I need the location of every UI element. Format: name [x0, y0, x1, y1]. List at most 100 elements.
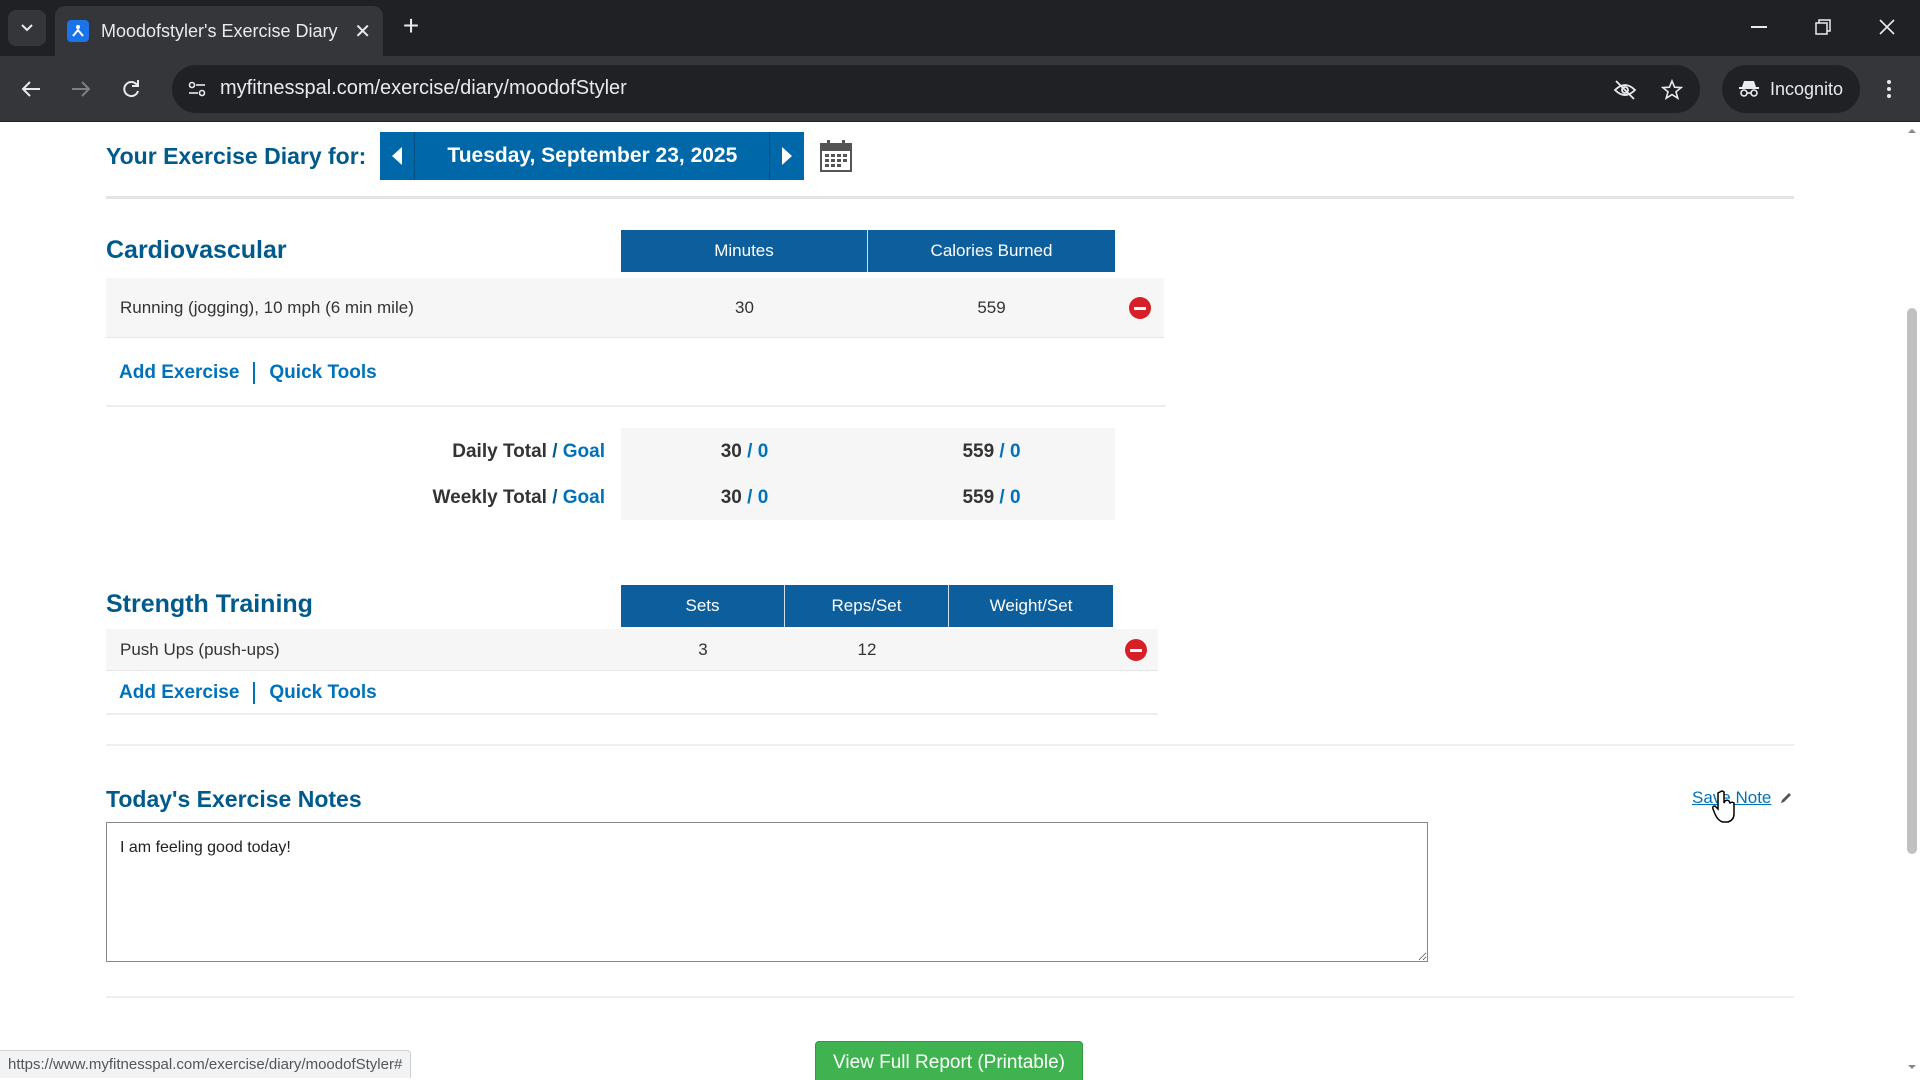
cardio-column-headers: Minutes Calories Burned	[621, 230, 1115, 272]
scrollbar-thumb[interactable]	[1907, 308, 1917, 854]
weekly-minutes-goal: 0	[757, 487, 769, 508]
exercise-reps: 12	[857, 640, 877, 659]
exercise-calories: 559	[977, 298, 1006, 317]
calendar-icon[interactable]	[818, 138, 854, 174]
slash-separator: /	[546, 487, 563, 508]
weekly-calories-value: 559	[962, 487, 995, 508]
incognito-label: Incognito	[1770, 78, 1844, 99]
cardio-section-title: Cardiovascular	[106, 236, 287, 264]
status-bar-url: https://www.myfitnesspal.com/exercise/di…	[0, 1050, 412, 1078]
minimize-icon[interactable]	[1744, 12, 1774, 42]
tab-title: Moodofstyler's Exercise Diary |	[101, 20, 341, 41]
eye-off-icon[interactable]	[1612, 77, 1638, 103]
incognito-indicator[interactable]: Incognito	[1722, 65, 1860, 113]
scroll-up-arrow-icon[interactable]	[1907, 126, 1917, 136]
caret-right-icon	[782, 147, 793, 165]
column-header-calories: Calories Burned	[868, 230, 1115, 272]
view-full-report-button[interactable]: View Full Report (Printable)	[815, 1041, 1083, 1080]
url-text: myfitnesspal.com/exercise/diary/moodofSt…	[220, 77, 627, 99]
strength-divider	[106, 713, 1158, 715]
strength-entry-row: Push Ups (push-ups) 3 12	[106, 629, 1158, 671]
notes-textarea[interactable]: I am feeling good today!	[106, 822, 1428, 962]
back-arrow-icon	[21, 81, 40, 97]
daily-calories-total: 559 / 0	[868, 441, 1115, 463]
reload-button[interactable]	[114, 72, 148, 106]
kebab-menu-icon	[1887, 80, 1891, 98]
slash-separator: /	[994, 487, 1010, 508]
exercise-name[interactable]: Push Ups (push-ups)	[120, 640, 280, 660]
daily-total-text: Daily Total	[452, 441, 547, 462]
next-day-button[interactable]	[770, 132, 805, 180]
browser-toolbar: myfitnesspal.com/exercise/diary/moodofSt…	[0, 56, 1920, 122]
address-bar[interactable]: myfitnesspal.com/exercise/diary/moodofSt…	[172, 65, 1700, 113]
cardio-add-exercise-link[interactable]: Add Exercise	[119, 362, 239, 384]
remove-exercise-icon[interactable]	[1129, 297, 1151, 319]
remove-exercise-icon[interactable]	[1125, 639, 1147, 661]
page-content: Your Exercise Diary for: Tuesday, Septem…	[0, 122, 1920, 1080]
cardio-entry-row: Running (jogging), 10 mph (6 min mile) 3…	[106, 278, 1164, 338]
scroll-down-arrow-icon[interactable]	[1907, 1062, 1917, 1072]
browser-tab-bar: Moodofstyler's Exercise Diary | ✕ +	[0, 0, 1920, 56]
strength-column-headers: Sets Reps/Set Weight/Set	[621, 585, 1113, 627]
weekly-total-label: Weekly Total / Goal	[300, 487, 605, 509]
column-header-weight: Weight/Set	[949, 585, 1113, 627]
restore-icon[interactable]	[1808, 12, 1838, 42]
forward-button[interactable]	[64, 72, 98, 106]
cardio-actions: Add Exercise Quick Tools	[119, 362, 377, 384]
slash-separator: /	[546, 441, 563, 462]
weekly-calories-goal: 0	[1009, 487, 1021, 508]
exercise-name[interactable]: Running (jogging), 10 mph (6 min mile)	[120, 298, 414, 318]
hand-cursor-icon	[1712, 790, 1735, 823]
slash-separator: /	[741, 441, 758, 462]
new-tab-button[interactable]: +	[396, 12, 426, 42]
column-header-sets: Sets	[621, 585, 785, 627]
slash-separator: /	[741, 487, 758, 508]
notes-title: Today's Exercise Notes	[106, 786, 362, 812]
page-scrollbar[interactable]	[1904, 122, 1920, 1080]
current-date: Tuesday, September 23, 2025	[414, 132, 771, 180]
slash-separator: /	[994, 441, 1010, 462]
daily-minutes-goal: 0	[757, 441, 769, 462]
daily-minutes-value: 30	[720, 441, 742, 462]
weekly-minutes-value: 30	[720, 487, 742, 508]
header-divider	[106, 196, 1794, 199]
strength-section-title: Strength Training	[106, 590, 313, 618]
close-window-icon[interactable]	[1872, 12, 1902, 42]
previous-day-button[interactable]	[380, 132, 415, 180]
cardio-divider	[106, 405, 1166, 407]
close-tab-icon[interactable]: ✕	[354, 19, 371, 44]
forward-arrow-icon	[72, 81, 91, 97]
strength-quick-tools-link[interactable]: Quick Tools	[269, 682, 376, 704]
browser-menu-button[interactable]	[1874, 74, 1904, 104]
active-tab[interactable]: Moodofstyler's Exercise Diary | ✕	[55, 6, 383, 56]
notes-divider	[106, 744, 1794, 746]
action-separator	[253, 682, 256, 704]
daily-total-label: Daily Total / Goal	[300, 441, 605, 463]
pencil-icon	[1781, 793, 1792, 803]
chevron-down-icon	[21, 24, 33, 32]
weekly-calories-total: 559 / 0	[868, 487, 1115, 509]
action-separator	[253, 362, 256, 384]
weekly-goal-link[interactable]: Goal	[563, 487, 605, 508]
myfitnesspal-favicon-icon	[67, 20, 89, 42]
incognito-icon	[1739, 81, 1759, 97]
exercise-sets: 3	[698, 640, 708, 659]
diary-label: Your Exercise Diary for:	[106, 142, 367, 169]
tab-search-button[interactable]	[8, 10, 46, 46]
column-header-minutes: Minutes	[621, 230, 868, 272]
exercise-minutes: 30	[735, 298, 754, 317]
cardio-quick-tools-link[interactable]: Quick Tools	[269, 362, 376, 384]
reload-icon	[123, 80, 139, 98]
daily-calories-value: 559	[962, 441, 995, 462]
bottom-divider	[106, 996, 1794, 998]
weekly-total-text: Weekly Total	[432, 487, 547, 508]
diary-date-header: Your Exercise Diary for: Tuesday, Septem…	[106, 132, 854, 180]
site-info-icon[interactable]	[182, 74, 212, 104]
daily-minutes-total: 30 / 0	[621, 441, 868, 463]
caret-left-icon	[392, 147, 403, 165]
daily-goal-link[interactable]: Goal	[563, 441, 605, 462]
back-button[interactable]	[14, 72, 48, 106]
save-note-link[interactable]: Save Note	[1692, 788, 1793, 808]
strength-add-exercise-link[interactable]: Add Exercise	[119, 682, 239, 704]
bookmark-star-icon[interactable]	[1659, 77, 1685, 103]
